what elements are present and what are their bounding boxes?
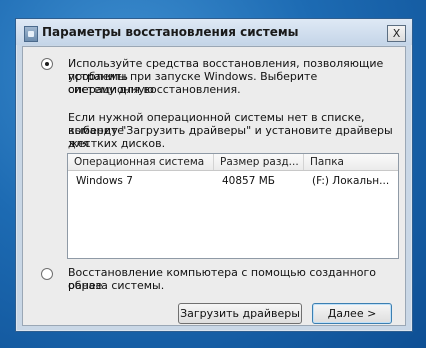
radio-recovery-tools[interactable] — [41, 58, 53, 70]
close-button[interactable]: X — [387, 25, 406, 42]
folder-cell: (F:) Локальн... — [312, 175, 390, 187]
next-button[interactable]: Далее > — [312, 303, 392, 324]
os-list[interactable]: Операционная система Размер разд... Папк… — [67, 153, 399, 259]
column-os[interactable]: Операционная система — [68, 154, 214, 170]
hint-line3: жестких дисков. — [68, 137, 166, 150]
system-recovery-icon — [24, 26, 38, 42]
size-cell: 40857 МБ — [222, 175, 276, 187]
dialog-client-area: Используйте средства восстановления, поз… — [22, 46, 406, 326]
recovery-options-window: Параметры восстановления системы X Испол… — [15, 18, 413, 332]
os-list-header: Операционная система Размер разд... Папк… — [68, 154, 398, 171]
column-folder[interactable]: Папка — [304, 154, 398, 170]
option-image-line2: образа системы. — [68, 279, 165, 292]
load-drivers-button[interactable]: Загрузить драйверы — [178, 303, 302, 324]
radio-system-image[interactable] — [41, 268, 53, 280]
title-bar[interactable]: Параметры восстановления системы X — [16, 19, 412, 45]
os-name-cell: Windows 7 — [76, 175, 133, 187]
column-size[interactable]: Размер разд... — [214, 154, 304, 170]
option-tools-line3: систему для восстановления. — [68, 83, 241, 96]
window-title: Параметры восстановления системы — [42, 25, 299, 39]
